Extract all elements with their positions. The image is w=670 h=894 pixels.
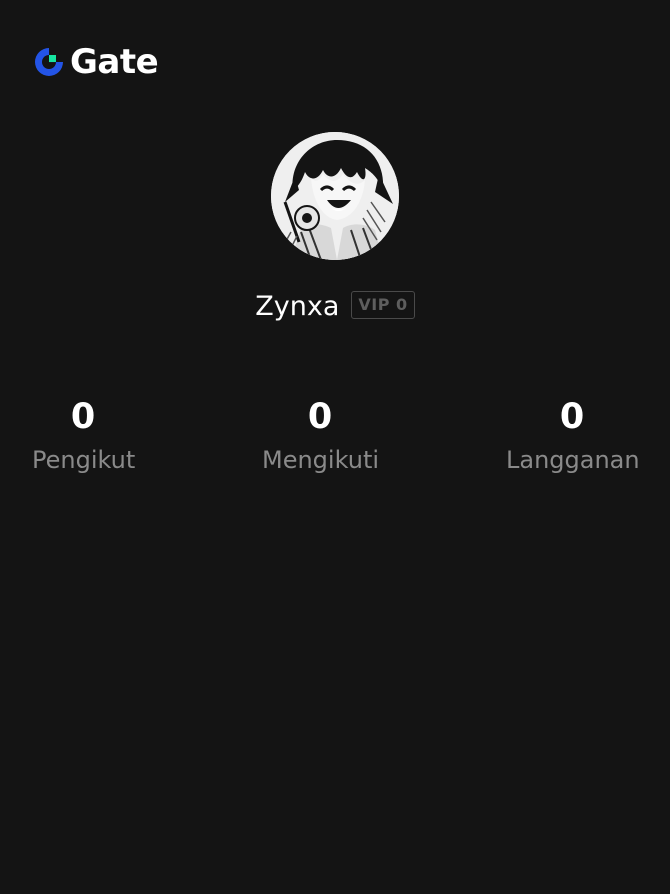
stat-followers[interactable]: 0 Pengikut xyxy=(32,394,136,480)
gate-logo[interactable]: Gate xyxy=(32,42,159,82)
stat-subscriptions[interactable]: 0 Langganan xyxy=(506,394,640,480)
vip-badge[interactable]: VIP 0 xyxy=(351,291,415,319)
profile-stats: 0 Pengikut 0 Mengikuti 0 Langganan xyxy=(0,394,670,494)
username: Zynxa xyxy=(255,291,340,322)
profile-name-row: Zynxa VIP 0 xyxy=(0,288,670,326)
gate-logo-icon xyxy=(35,48,63,76)
followers-count: 0 xyxy=(70,397,96,437)
subscriptions-label: Langganan xyxy=(506,446,640,474)
stat-following[interactable]: 0 Mengikuti xyxy=(262,394,380,480)
avatar[interactable] xyxy=(271,132,399,260)
following-count: 0 xyxy=(307,397,333,437)
followers-label: Pengikut xyxy=(32,446,136,474)
subscriptions-count: 0 xyxy=(559,397,585,437)
brand-name: Gate xyxy=(70,42,159,82)
following-label: Mengikuti xyxy=(262,446,380,474)
avatar-image xyxy=(271,132,399,260)
